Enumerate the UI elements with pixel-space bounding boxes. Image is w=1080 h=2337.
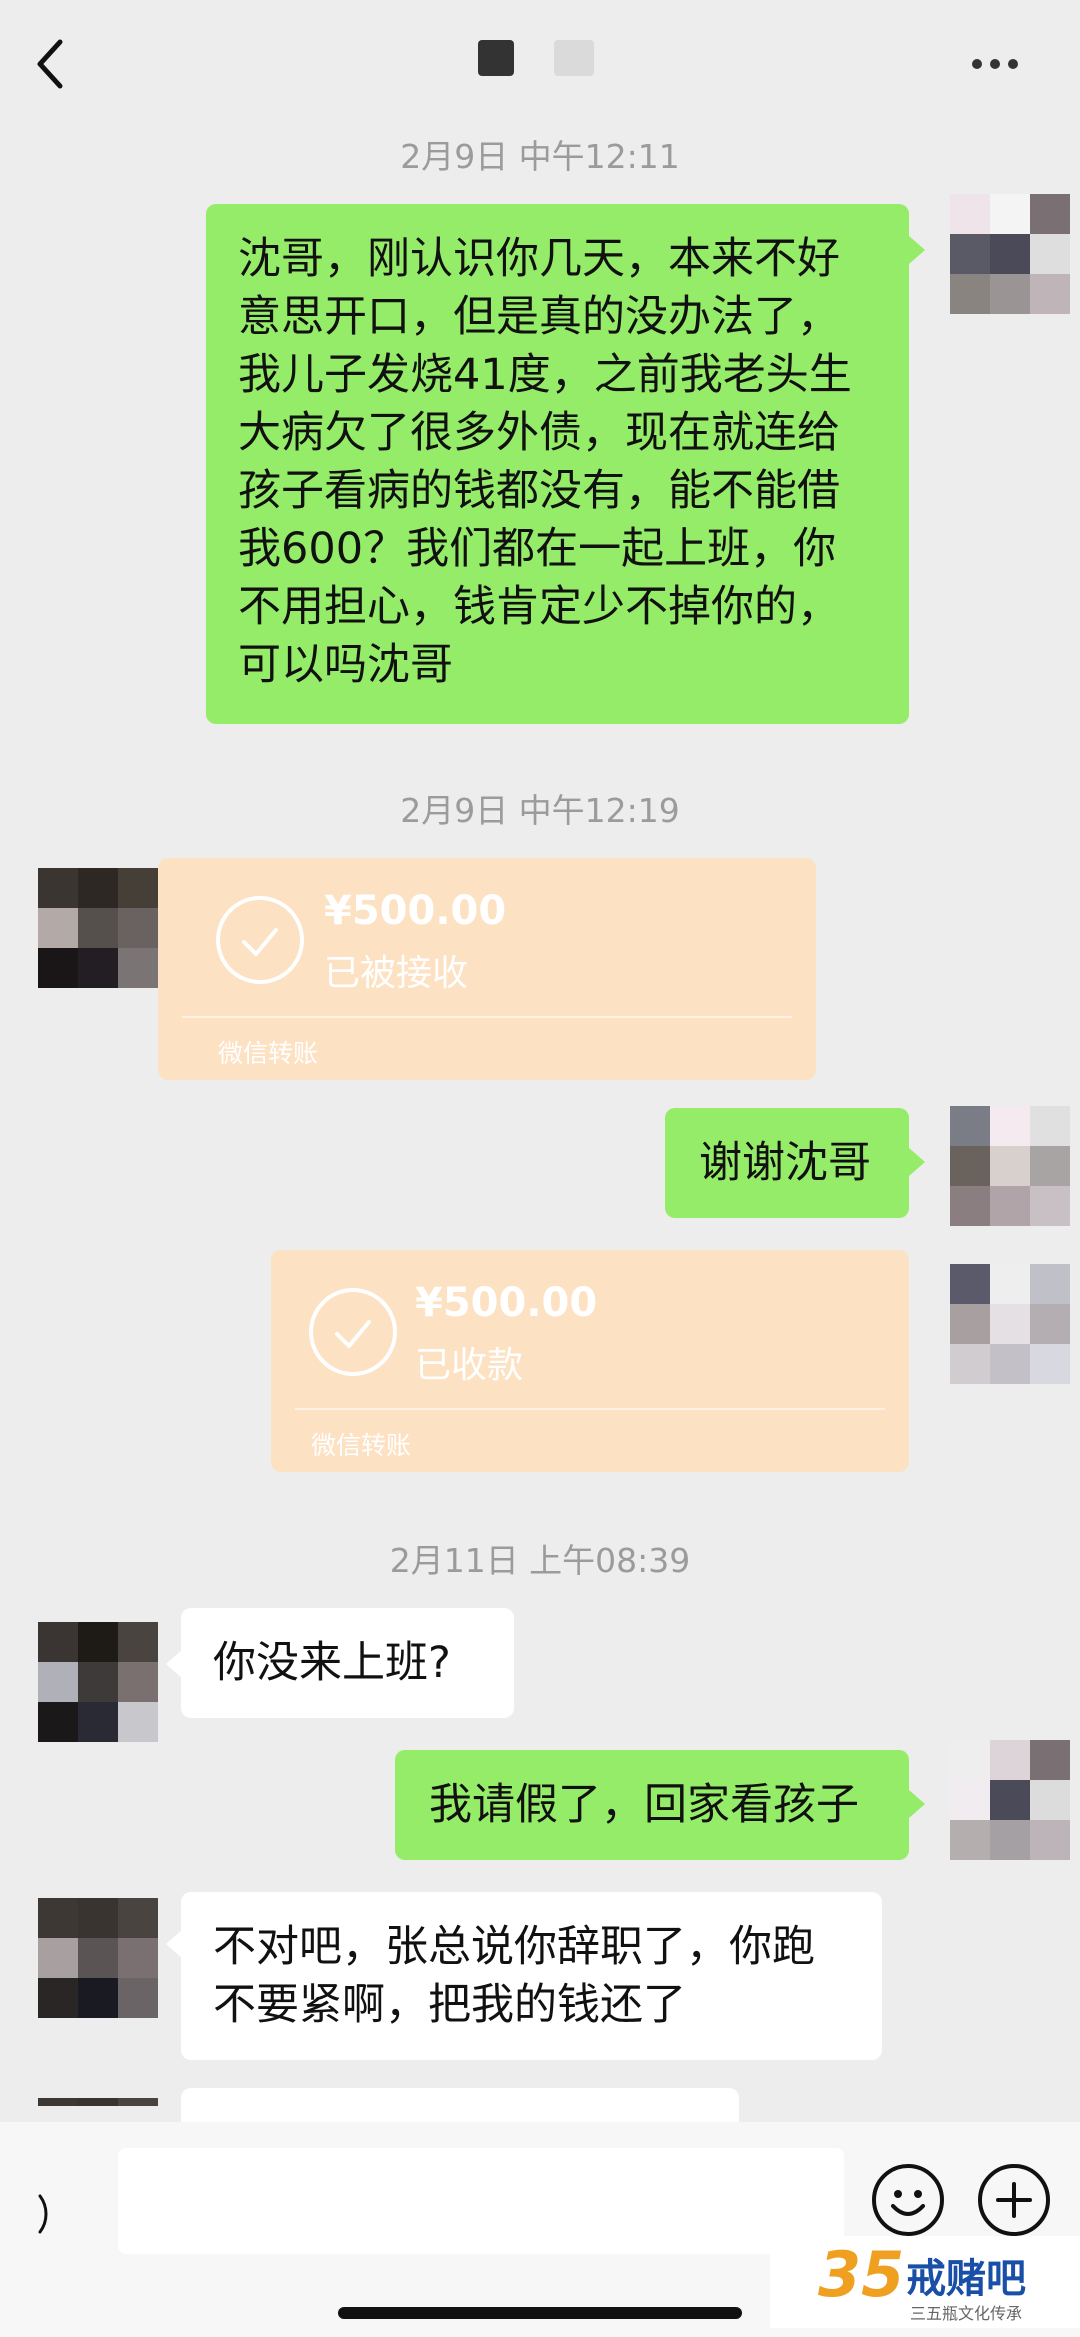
avatar-self[interactable] (950, 1740, 1070, 1860)
bubble-tail (909, 1148, 925, 1176)
voice-icon[interactable] (34, 2190, 64, 2238)
watermark-number: 35 (818, 2238, 905, 2311)
message-bubble-sent[interactable]: 我请假了，回家看孩子 (395, 1750, 909, 1860)
chat-title-redacted-2 (554, 40, 594, 76)
home-indicator[interactable] (338, 2307, 742, 2319)
avatar-contact[interactable] (38, 2098, 158, 2122)
message-text: 你没来上班? (213, 1638, 451, 1688)
avatar-contact[interactable] (38, 1898, 158, 2018)
bubble-tail (166, 1650, 182, 1678)
watermark-tagline: 三五瓶文化传承 (910, 2304, 1023, 2323)
transfer-card-sent[interactable]: ¥500.00 已收款 微信转账 (271, 1250, 909, 1472)
avatar-self[interactable] (950, 1106, 1070, 1226)
transfer-footer: 微信转账 (218, 1039, 319, 1068)
watermark-brand: 戒赌吧 (906, 2256, 1026, 2302)
message-input[interactable] (118, 2148, 844, 2254)
avatar-contact[interactable] (38, 1622, 158, 1742)
transfer-amount: ¥500.00 (415, 1280, 598, 1326)
divider (182, 1016, 792, 1018)
timestamp: 2月9日 中午12:19 (400, 791, 680, 830)
chat-header (0, 0, 1080, 118)
divider (295, 1408, 885, 1410)
avatar-self[interactable] (950, 1264, 1070, 1384)
timestamp: 2月9日 中午12:11 (400, 137, 680, 176)
avatar-self[interactable] (950, 194, 1070, 314)
transfer-footer: 微信转账 (311, 1431, 412, 1460)
chevron-left-icon[interactable] (30, 34, 70, 94)
message-text: 谢谢沈哥 (699, 1138, 871, 1188)
message-bubble-sent[interactable]: 谢谢沈哥 (665, 1108, 909, 1218)
message-bubble-received[interactable]: 你没来上班? (181, 1608, 514, 1718)
message-text: 沈哥，刚认识你几天，本来不好 意思开口，但是真的没办法了， 我儿子发烧41度，之… (238, 234, 852, 690)
message-bubble-received-partial[interactable] (181, 2088, 739, 2122)
message-bubble-sent[interactable]: 沈哥，刚认识你几天，本来不好 意思开口，但是真的没办法了， 我儿子发烧41度，之… (206, 204, 909, 724)
transfer-status: 已被接收 (324, 953, 469, 994)
bubble-tail (166, 1930, 182, 1958)
message-text: 不对吧，张总说你辞职了，你跑 不要紧啊，把我的钱还了 (213, 1922, 815, 2030)
avatar-contact[interactable] (38, 868, 158, 988)
transfer-card-received[interactable]: ¥500.00 已被接收 微信转账 (158, 858, 816, 1080)
bubble-tail (909, 1790, 925, 1818)
check-circle-icon (309, 1288, 397, 1376)
message-bubble-received[interactable]: 不对吧，张总说你辞职了，你跑 不要紧啊，把我的钱还了 (181, 1892, 882, 2060)
emoji-icon[interactable] (872, 2164, 944, 2236)
check-circle-icon (216, 896, 304, 984)
transfer-status: 已收款 (415, 1345, 524, 1386)
timestamp: 2月11日 上午08:39 (389, 1541, 691, 1580)
plus-icon[interactable] (978, 2164, 1050, 2236)
chat-title-redacted (478, 40, 514, 76)
watermark-logo: 35 戒赌吧 三五瓶文化传承 (770, 2236, 1080, 2328)
transfer-amount: ¥500.00 (324, 888, 507, 934)
bubble-tail (909, 236, 925, 264)
more-dots-icon[interactable] (972, 54, 1032, 74)
message-text: 我请假了，回家看孩子 (429, 1780, 859, 1830)
